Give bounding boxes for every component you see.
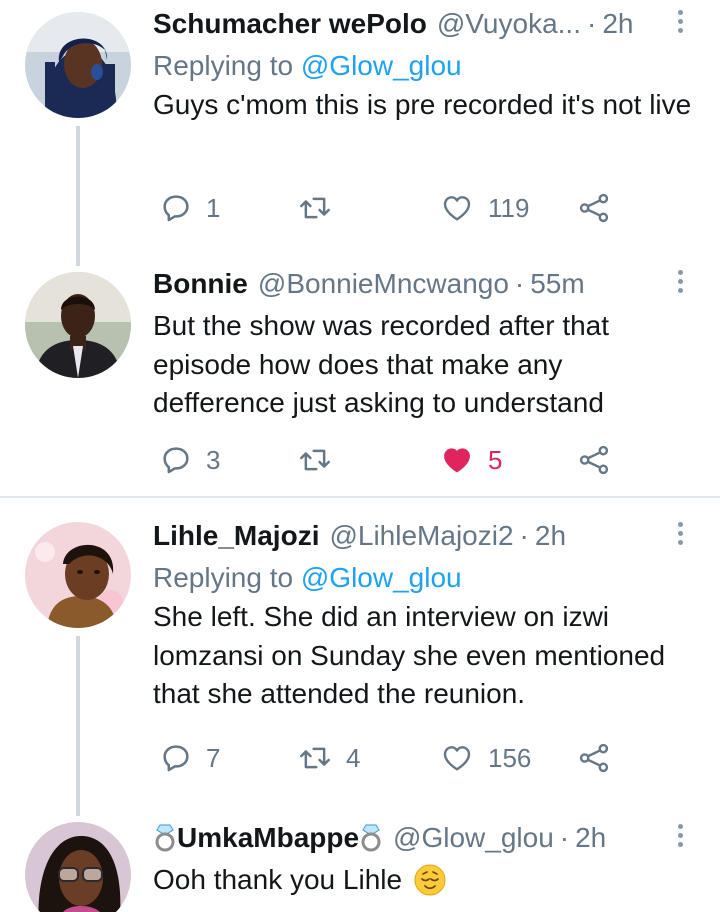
share-button[interactable]: [578, 738, 610, 778]
reply-icon: [163, 745, 189, 772]
retweet-button[interactable]: 4: [298, 738, 360, 778]
tweet-3[interactable]: Lihle_Majozi @LihleMajozi2 · 2h Replying…: [0, 498, 720, 816]
reply-icon: [163, 195, 189, 222]
tweet-4[interactable]: UmkaMbappe @Glow_glou · 2h Ooh thank you…: [0, 812, 720, 912]
avatar[interactable]: [25, 12, 131, 118]
avatar[interactable]: [25, 272, 131, 378]
separator: ·: [587, 8, 597, 39]
relieved-face-emoji-icon: [414, 864, 446, 896]
mention-link[interactable]: @Glow_glou: [301, 562, 462, 593]
reply-button[interactable]: 3: [160, 440, 220, 480]
share-button[interactable]: [578, 440, 610, 480]
avatar-image: [25, 822, 131, 912]
like-button[interactable]: 156: [440, 738, 531, 778]
ring-emoji-icon: [155, 824, 175, 852]
retweet-button[interactable]: [298, 440, 346, 480]
tweet-header: Bonnie @BonnieMncwango · 55m: [153, 266, 700, 302]
ring-emoji-icon: [361, 824, 381, 852]
like-count: 5: [488, 444, 503, 475]
share-icon: [579, 445, 609, 475]
like-count: 156: [488, 742, 532, 773]
separator: ·: [559, 822, 570, 853]
replying-prefix: Replying to: [153, 562, 294, 593]
retweet-icon: [300, 747, 330, 769]
retweet-count: 4: [346, 742, 361, 773]
reply-icon: [163, 447, 189, 474]
more-options-icon[interactable]: [674, 266, 686, 302]
user-handle[interactable]: @Glow_glou: [393, 822, 554, 854]
tweet-text: She left. She did an interview on izwi l…: [153, 601, 666, 709]
user-handle[interactable]: @LihleMajozi2: [329, 520, 513, 552]
more-options-icon[interactable]: [674, 6, 686, 42]
tweet-header: Lihle_Majozi @LihleMajozi2 · 2h: [153, 518, 700, 554]
user-handle[interactable]: @Vuyoka...: [437, 8, 581, 40]
heart-icon: [443, 196, 471, 221]
replying-prefix: Replying to: [153, 50, 294, 81]
share-icon: [579, 193, 609, 223]
timestamp[interactable]: 2h: [575, 822, 606, 854]
more-options-icon[interactable]: [674, 820, 686, 856]
tweet-header: Schumacher wePolo @Vuyoka... · 2h: [153, 6, 700, 42]
heart-icon: [443, 746, 471, 771]
display-name-text: UmkaMbappe: [177, 822, 360, 853]
action-bar: 7 4 156: [153, 738, 623, 778]
like-count: 119: [488, 192, 530, 223]
avatar-image: [25, 272, 131, 378]
heart-filled-icon: [444, 448, 470, 473]
more-options-icon[interactable]: [674, 518, 686, 554]
tweet-text: But the show was recorded after that epi…: [153, 310, 610, 418]
reply-button[interactable]: 1: [160, 188, 220, 228]
avatar[interactable]: [25, 822, 131, 912]
separator: ·: [514, 268, 525, 299]
reply-button[interactable]: 7: [160, 738, 220, 778]
reply-count: 7: [206, 742, 221, 773]
display-name[interactable]: Lihle_Majozi: [153, 520, 319, 552]
retweet-button[interactable]: [298, 188, 346, 228]
tweet-1[interactable]: Schumacher wePolo @Vuyoka... · 2h Replyi…: [0, 0, 720, 266]
like-button[interactable]: 119: [440, 188, 529, 228]
action-bar: 3 5: [153, 440, 623, 480]
separator: ·: [519, 520, 529, 551]
thread-line: [76, 636, 80, 816]
tweet-text-row: Ooh thank you Lihle: [153, 861, 700, 900]
replying-to: Replying to @Glow_glou: [153, 561, 700, 595]
avatar[interactable]: [25, 522, 131, 628]
retweet-icon: [300, 449, 330, 471]
avatar-image: [25, 12, 131, 118]
display-name[interactable]: UmkaMbappe: [153, 822, 383, 854]
mention-link[interactable]: @Glow_glou: [301, 50, 462, 81]
timestamp[interactable]: 55m: [530, 268, 584, 300]
like-button[interactable]: 5: [440, 440, 502, 480]
timestamp[interactable]: 2h: [535, 520, 566, 552]
timestamp[interactable]: 2h: [602, 8, 633, 40]
retweet-icon: [300, 197, 330, 219]
replying-to: Replying to @Glow_glou: [153, 49, 700, 83]
reply-count: 1: [206, 192, 221, 223]
action-bar: 1 119: [153, 188, 623, 228]
tweet-2[interactable]: Bonnie @BonnieMncwango · 55m But the sho…: [0, 262, 720, 494]
share-icon: [579, 743, 609, 773]
thread-line: [76, 126, 80, 266]
avatar-image: [25, 522, 131, 628]
share-button[interactable]: [578, 188, 610, 228]
reply-count: 3: [206, 444, 221, 475]
tweet-text: Guys c'mom this is pre recorded it's not…: [153, 89, 692, 120]
display-name[interactable]: Bonnie: [153, 268, 248, 300]
display-name[interactable]: Schumacher wePolo: [153, 8, 427, 40]
user-handle[interactable]: @BonnieMncwango: [258, 268, 509, 300]
tweet-header: UmkaMbappe @Glow_glou · 2h: [153, 820, 700, 856]
tweet-text: Ooh thank you Lihle: [153, 864, 403, 895]
